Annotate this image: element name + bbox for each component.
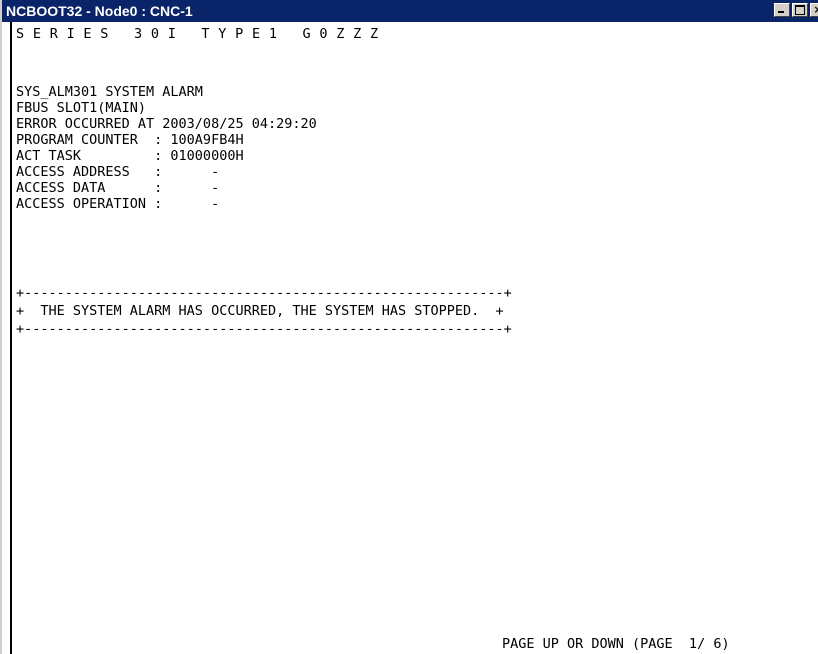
- minimize-icon[interactable]: [774, 3, 790, 17]
- alarm-line: PROGRAM COUNTER : 100A9FB4H: [16, 132, 244, 148]
- alarm-line: ERROR OCCURRED AT 2003/08/25 04:29:20: [16, 116, 317, 132]
- cnc-boot-window: NCBOOT32 - Node0 : CNC-1 × S E R I E S 3…: [0, 0, 818, 654]
- alarm-line: ACT TASK : 01000000H: [16, 148, 244, 164]
- alarm-line: ACCESS DATA : -: [16, 180, 220, 196]
- window-title: NCBOOT32 - Node0 : CNC-1: [6, 3, 193, 19]
- alarm-line: SYS_ALM301 SYSTEM ALARM: [16, 84, 203, 100]
- alarm-line: ACCESS OPERATION : -: [16, 196, 220, 212]
- title-bar[interactable]: NCBOOT32 - Node0 : CNC-1 ×: [2, 0, 818, 22]
- maximize-icon[interactable]: [792, 3, 808, 17]
- alarm-line: FBUS SLOT1(MAIN): [16, 100, 147, 116]
- terminal-screen: S E R I E S 3 0 I T Y P E 1 G 0 Z Z Z SY…: [10, 22, 818, 654]
- message-box-bottom: +---------------------------------------…: [16, 321, 512, 337]
- system-stopped-message: + THE SYSTEM ALARM HAS OCCURRED, THE SYS…: [16, 303, 504, 319]
- window-controls: ×: [772, 3, 818, 17]
- page-indicator: PAGE UP OR DOWN (PAGE 1/ 6): [502, 636, 730, 652]
- series-header: S E R I E S 3 0 I T Y P E 1 G 0 Z Z Z: [16, 26, 379, 42]
- alarm-line: ACCESS ADDRESS : -: [16, 164, 220, 180]
- close-icon[interactable]: ×: [810, 3, 818, 17]
- message-box-top: +---------------------------------------…: [16, 285, 512, 301]
